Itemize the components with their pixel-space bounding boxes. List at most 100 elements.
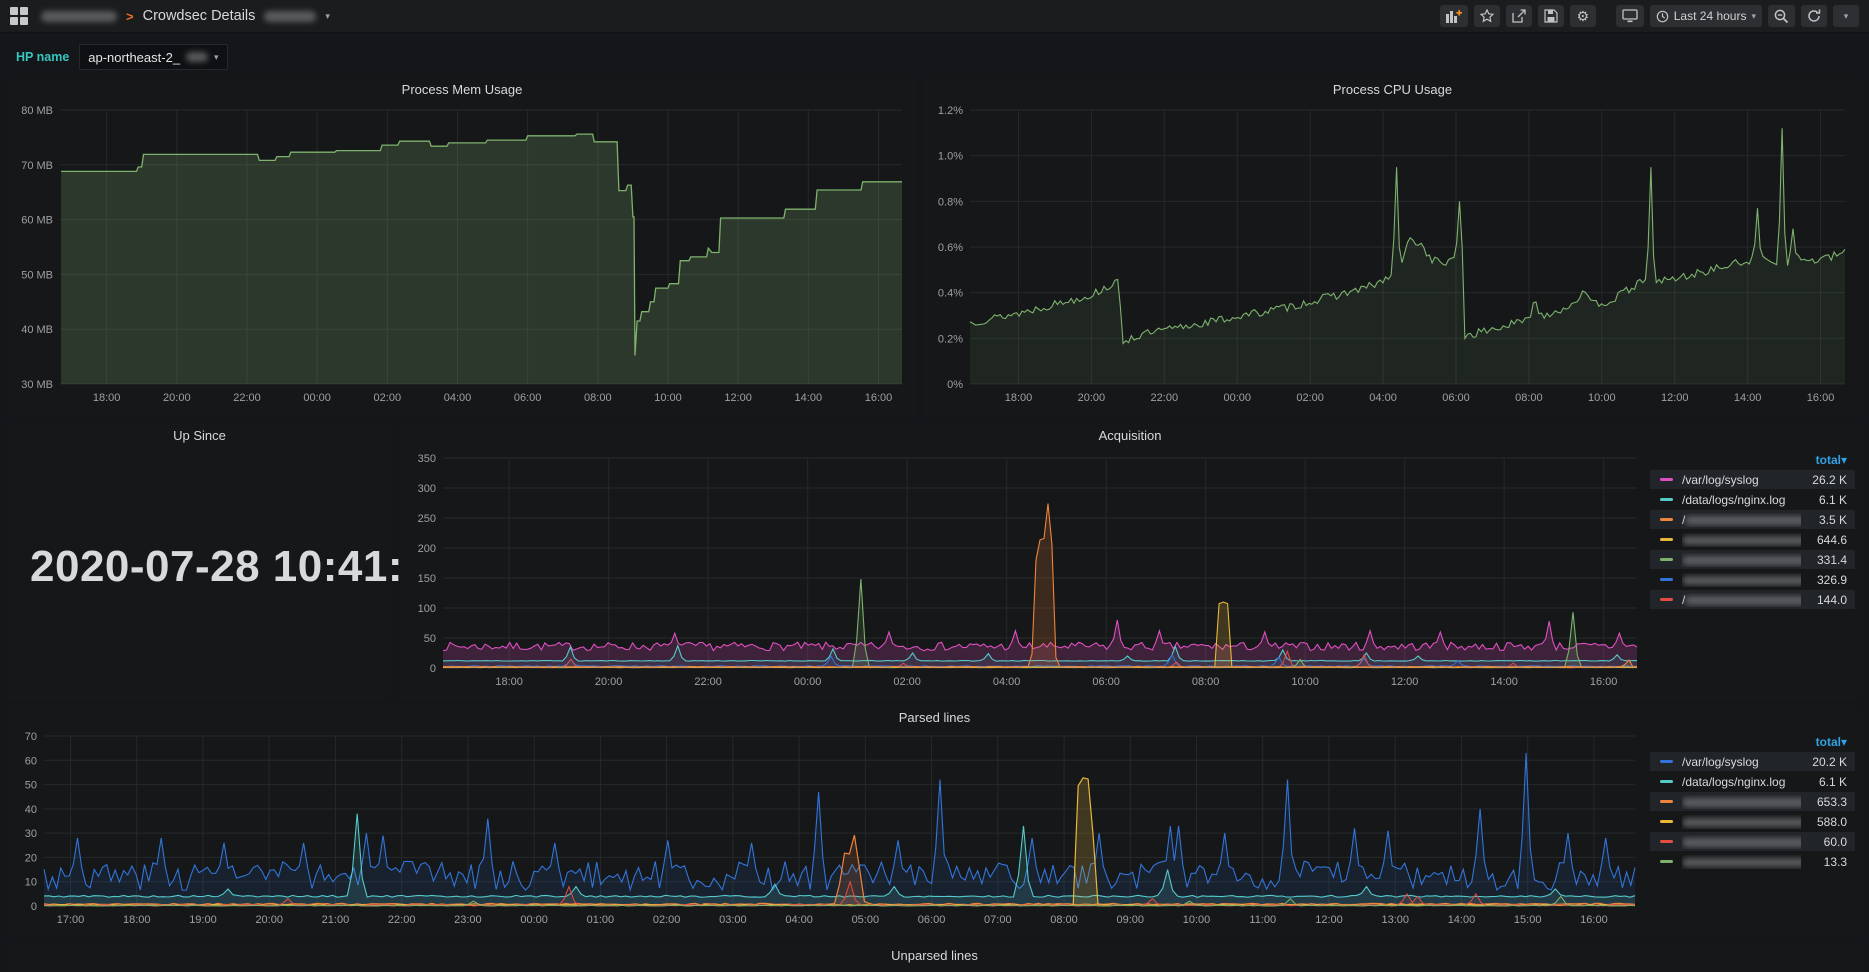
legend-color-swatch: [1660, 780, 1673, 783]
legend-row[interactable]: /data/logs/nginx.log6.1 K: [1650, 772, 1855, 791]
y-tick-label: 60 MB: [21, 215, 53, 227]
time-range-label: Last 24 hours: [1674, 9, 1747, 23]
panel-title-parsed-lines[interactable]: Parsed lines: [8, 706, 1861, 730]
x-tick-label: 04:00: [1369, 392, 1397, 404]
legend-label-redacted: [1682, 818, 1801, 827]
panel-title-mem[interactable]: Process Mem Usage: [8, 78, 916, 102]
x-tick-label: 04:00: [993, 676, 1021, 688]
x-tick-label: 20:00: [255, 914, 283, 926]
y-tick-label: 80 MB: [21, 105, 53, 117]
y-tick-label: 20: [25, 852, 37, 864]
legend-color-swatch: [1660, 760, 1673, 763]
refresh-interval-button[interactable]: ▾: [1833, 5, 1859, 27]
x-tick-label: 03:00: [719, 914, 747, 926]
cycle-view-button[interactable]: [1616, 5, 1644, 27]
parsed-lines-chart[interactable]: 17:0018:0019:0020:0021:0022:0023:0000:00…: [8, 730, 1645, 936]
legend-total-value: 331.4: [1801, 553, 1847, 567]
panel-title-acquisition[interactable]: Acquisition: [399, 424, 1861, 448]
variable-value: ap-northeast-2_: [88, 50, 180, 65]
refresh-button[interactable]: [1801, 5, 1827, 27]
legend-series-label: /var/log/syslog: [1682, 755, 1801, 769]
legend-label-redacted: [1682, 556, 1801, 565]
legend-row[interactable]: 326.9: [1650, 570, 1855, 589]
acquisition-legend: total▾ /var/log/syslog26.2 K/data/logs/n…: [1650, 452, 1855, 610]
panel-acquisition: Acquisition 18:0020:0022:0000:0002:0004:…: [399, 424, 1861, 700]
legend-sort-header[interactable]: total▾: [1650, 734, 1855, 752]
panel-title-unparsed-lines[interactable]: Unparsed lines: [8, 944, 1861, 968]
legend-row[interactable]: /data/logs/nginx.log6.1 K: [1650, 490, 1855, 509]
gear-icon: ⚙: [1576, 9, 1589, 23]
variable-dropdown[interactable]: ap-northeast-2_ ▾: [79, 44, 227, 70]
series-area-process_cpu_pct: [970, 128, 1845, 384]
x-tick-label: 02:00: [653, 914, 681, 926]
y-tick-label: 0.2%: [938, 333, 963, 345]
legend-row[interactable]: 13.3: [1650, 852, 1855, 871]
navbar: > Crowdsec Details ▾: [0, 0, 1869, 33]
y-tick-label: 0%: [947, 379, 963, 391]
x-tick-label: 02:00: [1296, 392, 1324, 404]
legend-row[interactable]: 60.0: [1650, 832, 1855, 851]
x-tick-label: 20:00: [595, 676, 623, 688]
legend-row[interactable]: /144.0: [1650, 590, 1855, 609]
share-button[interactable]: [1506, 5, 1532, 27]
star-button[interactable]: [1474, 5, 1500, 27]
zoom-out-button[interactable]: [1768, 5, 1795, 27]
variable-caret-icon: ▾: [214, 52, 219, 63]
legend-series-label: /var/log/syslog: [1682, 473, 1801, 487]
x-tick-label: 14:00: [1448, 914, 1476, 926]
breadcrumb-caret-icon[interactable]: ▾: [325, 11, 330, 22]
legend-row[interactable]: 644.6: [1650, 530, 1855, 549]
time-range-picker[interactable]: Last 24 hours ▾: [1650, 5, 1762, 27]
legend-series-label: [1682, 533, 1801, 547]
y-tick-label: 30: [25, 828, 37, 840]
x-tick-label: 13:00: [1381, 914, 1409, 926]
legend-label-redacted: [1682, 798, 1801, 807]
add-panel-button[interactable]: [1440, 5, 1468, 27]
settings-button[interactable]: ⚙: [1570, 5, 1596, 27]
acquisition-chart[interactable]: 18:0020:0022:0000:0002:0004:0006:0008:00…: [399, 448, 1645, 698]
x-tick-label: 09:00: [1117, 914, 1145, 926]
legend-row[interactable]: 588.0: [1650, 812, 1855, 831]
y-tick-label: 350: [418, 453, 436, 465]
y-tick-label: 150: [418, 573, 436, 585]
x-tick-label: 01:00: [587, 914, 615, 926]
legend-label-redacted: [1682, 536, 1801, 545]
y-tick-label: 0.6%: [938, 242, 963, 254]
x-tick-label: 22:00: [1151, 392, 1179, 404]
legend-row[interactable]: 331.4: [1650, 550, 1855, 569]
legend-row[interactable]: 653.3: [1650, 792, 1855, 811]
x-tick-label: 02:00: [893, 676, 921, 688]
legend-series-label: [1682, 855, 1801, 869]
mem-usage-chart[interactable]: 18:0020:0022:0000:0002:0004:0006:0008:00…: [8, 102, 916, 414]
x-tick-label: 15:00: [1514, 914, 1542, 926]
breadcrumb-dashboard-title[interactable]: Crowdsec Details: [143, 8, 256, 24]
legend-row[interactable]: /var/log/syslog26.2 K: [1650, 470, 1855, 489]
panel-process-cpu-usage: Process CPU Usage 18:0020:0022:0000:0002…: [924, 78, 1861, 418]
x-tick-label: 18:00: [123, 914, 151, 926]
x-tick-label: 12:00: [1661, 392, 1689, 404]
legend-sort-header[interactable]: total▾: [1650, 452, 1855, 470]
panel-parsed-lines: Parsed lines 17:0018:0019:0020:0021:0022…: [8, 706, 1861, 938]
legend-row[interactable]: /var/log/syslog20.2 K: [1650, 752, 1855, 771]
legend-total-value: 6.1 K: [1801, 775, 1847, 789]
y-tick-label: 300: [418, 483, 436, 495]
cpu-usage-chart[interactable]: 18:0020:0022:0000:0002:0004:0006:0008:00…: [924, 102, 1861, 414]
legend-row[interactable]: /3.5 K: [1650, 510, 1855, 529]
legend-series-label: [1682, 573, 1801, 587]
y-tick-label: 60: [25, 755, 37, 767]
x-tick-label: 20:00: [163, 392, 191, 404]
legend-color-swatch: [1660, 538, 1673, 541]
parsed-lines-legend: total▾ /var/log/syslog20.2 K/data/logs/n…: [1650, 734, 1855, 872]
panel-title-cpu[interactable]: Process CPU Usage: [924, 78, 1861, 102]
save-button[interactable]: [1538, 5, 1564, 27]
apps-grid-icon[interactable]: [10, 7, 28, 25]
breadcrumb-redacted-org[interactable]: [41, 11, 117, 22]
series-area-redacted_3: [443, 504, 1637, 669]
monitor-icon: [1622, 9, 1638, 23]
panel-title-up-since[interactable]: Up Since: [8, 424, 391, 448]
y-tick-label: 0.8%: [938, 196, 963, 208]
y-tick-label: 250: [418, 513, 436, 525]
panel-unparsed-lines: Unparsed lines: [8, 944, 1861, 972]
series-area-process_mem_mb: [61, 134, 902, 384]
x-tick-label: 19:00: [189, 914, 217, 926]
